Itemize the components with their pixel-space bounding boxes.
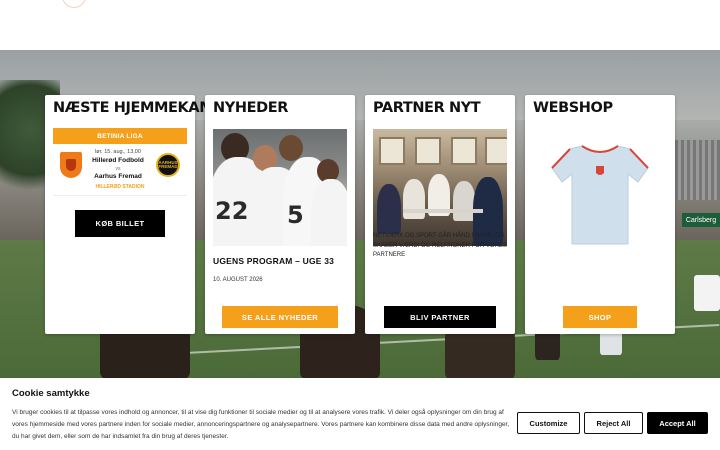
home-team-name: Hillerød Fodbold xyxy=(92,157,144,164)
person xyxy=(377,184,401,234)
window xyxy=(379,137,405,165)
jersey-number: 22 xyxy=(215,197,249,225)
window xyxy=(415,137,441,165)
partner-news-card: PARTNER NYT NETVÆRK OG SPORT GÅR HÅND I … xyxy=(365,95,515,334)
away-team-crest-icon: AARHUS FREMAD xyxy=(156,153,180,177)
news-image[interactable]: 22 5 xyxy=(213,129,347,246)
accept-all-button[interactable]: Accept All xyxy=(647,412,708,434)
sponsor-board: Carlsberg xyxy=(682,213,720,227)
cookie-description: Vi bruger cookies til at tilpasse vores … xyxy=(12,409,510,440)
next-home-match-card: NÆSTE HJEMMEKAMP BETINIA LIGA lør. 15. a… xyxy=(45,95,224,334)
card-title: NYHEDER xyxy=(213,100,288,116)
jersey-icon xyxy=(551,145,649,245)
league-label: BETINIA LIGA xyxy=(53,128,187,144)
buy-ticket-button[interactable]: KØB BILLET xyxy=(75,210,165,237)
away-team-name: Aarhus Fremad xyxy=(94,173,142,180)
player-shirt xyxy=(311,179,347,246)
shop-button[interactable]: SHOP xyxy=(563,306,637,328)
hero-stand xyxy=(675,140,720,200)
news-heading[interactable]: UGENS PROGRAM – UGE 33 xyxy=(213,256,334,266)
webshop-card: WEBSHOP SHOP xyxy=(525,95,675,334)
customize-button[interactable]: Customize xyxy=(517,412,580,434)
window xyxy=(451,137,477,165)
home-team-crest-icon xyxy=(60,152,82,178)
partner-image[interactable] xyxy=(373,129,507,246)
card-title: NÆSTE HJEMMEKAMP xyxy=(53,100,224,116)
match-venue: HILLERØD STADION xyxy=(95,184,145,190)
reject-all-button[interactable]: Reject All xyxy=(584,412,643,434)
become-partner-button[interactable]: BLIV PARTNER xyxy=(384,306,496,328)
jersey-image[interactable] xyxy=(550,140,650,250)
window xyxy=(485,137,507,165)
card-title: WEBSHOP xyxy=(533,100,613,116)
table xyxy=(403,209,483,213)
match-info: lør. 15. aug., 13.00 Hillerød Fodbold vs… xyxy=(53,147,187,193)
jersey-number: 5 xyxy=(287,201,304,229)
news-card: NYHEDER 22 5 UGENS PROGRAM – UGE 33 10. … xyxy=(205,95,355,334)
player-head xyxy=(279,135,303,161)
match-date: lør. 15. aug., 13.00 xyxy=(95,149,141,155)
divider xyxy=(53,195,187,196)
news-date: 10. AUGUST 2026 xyxy=(213,277,263,283)
person xyxy=(453,181,475,221)
see-all-news-button[interactable]: SE ALLE NYHEDER xyxy=(222,306,338,328)
cookie-title: Cookie samtykke xyxy=(12,388,90,399)
versus-label: vs xyxy=(115,166,121,172)
person xyxy=(403,179,425,219)
card-title: PARTNER NYT xyxy=(373,100,481,116)
cookie-consent-banner: Cookie samtykke Vi bruger cookies til at… xyxy=(0,378,720,450)
club-logo[interactable] xyxy=(62,0,86,8)
partner-description: NETVÆRK OG SPORT GÅR HÅND I HÅND, OG SKA… xyxy=(373,233,507,258)
top-navigation-bar xyxy=(0,0,720,50)
sign-board xyxy=(694,275,720,311)
